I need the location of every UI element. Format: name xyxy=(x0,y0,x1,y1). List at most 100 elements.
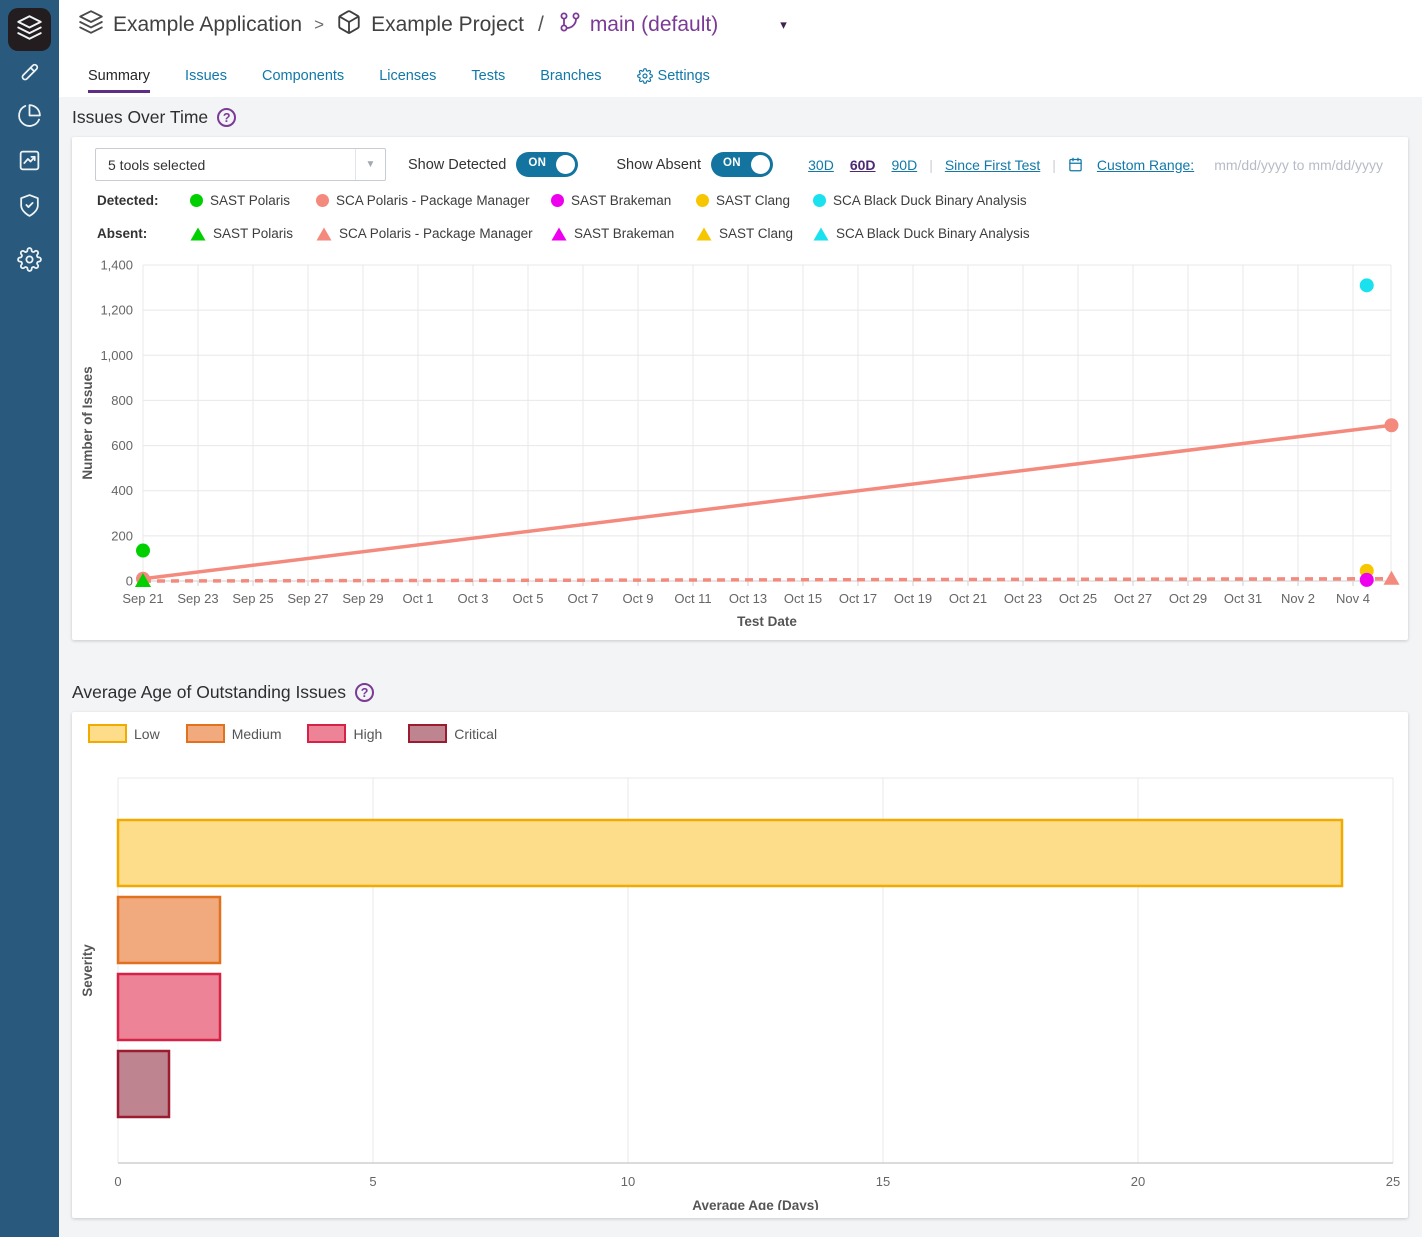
sidebar-item-portfolio[interactable] xyxy=(0,98,59,138)
svg-text:Number of Issues: Number of Issues xyxy=(80,366,95,479)
svg-text:Oct 19: Oct 19 xyxy=(894,591,932,606)
svg-text:600: 600 xyxy=(111,438,133,453)
help-icon[interactable]: ? xyxy=(355,683,374,702)
help-icon[interactable]: ? xyxy=(217,108,236,127)
gear-icon xyxy=(637,68,653,84)
show-absent-label: Show Absent xyxy=(616,157,701,173)
svg-text:Sep 21: Sep 21 xyxy=(122,591,163,606)
circle-marker-icon xyxy=(551,194,564,207)
content: Issues Over Time ? 5 tools selected ▼ Sh… xyxy=(59,97,1422,1237)
breadcrumb-project[interactable]: Example Project xyxy=(371,13,524,37)
svg-text:Oct 27: Oct 27 xyxy=(1114,591,1152,606)
breadcrumb-branch[interactable]: main (default) xyxy=(590,13,718,37)
tab-branches[interactable]: Branches xyxy=(540,68,601,93)
app-logo-button[interactable] xyxy=(8,8,51,51)
tab-label: Components xyxy=(262,68,344,84)
legend-item-detected-sast-polaris: SAST Polaris xyxy=(190,184,316,217)
severity-legend-item-critical: Critical xyxy=(408,724,497,743)
svg-text:Oct 21: Oct 21 xyxy=(949,591,987,606)
svg-text:1,400: 1,400 xyxy=(100,258,133,273)
svg-text:0: 0 xyxy=(114,1174,121,1189)
svg-text:10: 10 xyxy=(621,1174,635,1189)
separator: | xyxy=(1052,157,1056,173)
sidebar xyxy=(0,0,59,1237)
svg-text:400: 400 xyxy=(111,483,133,498)
layers-icon xyxy=(78,9,104,41)
section-title-issues-over-time: Issues Over Time ? xyxy=(72,107,236,128)
range-link-60d[interactable]: 60D xyxy=(850,157,876,173)
tab-components[interactable]: Components xyxy=(262,68,344,93)
severity-swatch-icon xyxy=(186,724,225,743)
line-chart-icon xyxy=(17,148,42,178)
average-age-title: Average Age of Outstanding Issues xyxy=(72,682,346,703)
custom-range-label: Custom Range: xyxy=(1097,157,1194,173)
custom-range-link[interactable]: Custom Range: xyxy=(1068,157,1202,173)
sidebar-item-reports[interactable] xyxy=(0,143,59,183)
legend-item-detected-sca-polaris-package-manager: SCA Polaris - Package Manager xyxy=(316,184,551,217)
tools-select[interactable]: 5 tools selected ▼ xyxy=(95,148,386,181)
issues-over-time-chart: 02004006008001,0001,2001,400Sep 21Sep 23… xyxy=(75,250,1405,635)
tab-label: Issues xyxy=(185,68,227,84)
sidebar-item-tests[interactable] xyxy=(0,55,59,95)
svg-text:5: 5 xyxy=(369,1174,376,1189)
separator: | xyxy=(929,157,933,173)
range-link-30d[interactable]: 30D xyxy=(808,157,834,173)
svg-text:Nov 2: Nov 2 xyxy=(1281,591,1315,606)
chevron-down-icon: ▼ xyxy=(355,149,385,180)
severity-swatch-icon xyxy=(408,724,447,743)
svg-text:Oct 5: Oct 5 xyxy=(512,591,543,606)
breadcrumb-application[interactable]: Example Application xyxy=(113,13,302,37)
cube-icon xyxy=(336,9,362,41)
triangle-marker-icon xyxy=(551,227,567,241)
gear-icon xyxy=(17,247,42,277)
series-legend: Detected:SAST PolarisSCA Polaris - Packa… xyxy=(97,184,1030,250)
circle-marker-icon xyxy=(316,194,329,207)
toggle-on-label: ON xyxy=(723,157,741,169)
show-absent-toggle[interactable]: ON xyxy=(711,152,773,177)
breadcrumb-separator: > xyxy=(314,15,324,35)
page: Example Application > Example Project / … xyxy=(0,0,1422,1237)
svg-text:Oct 29: Oct 29 xyxy=(1169,591,1207,606)
triangle-marker-icon xyxy=(190,227,206,241)
legend-item-detected-sast-clang: SAST Clang xyxy=(696,184,813,217)
svg-text:Sep 23: Sep 23 xyxy=(177,591,218,606)
breadcrumb-slash: / xyxy=(538,13,544,37)
severity-legend-item-low: Low xyxy=(88,724,160,743)
svg-text:1,000: 1,000 xyxy=(100,348,133,363)
svg-text:Average Age (Days): Average Age (Days) xyxy=(692,1198,819,1210)
tab-licenses[interactable]: Licenses xyxy=(379,68,436,93)
svg-text:Oct 25: Oct 25 xyxy=(1059,591,1097,606)
tab-settings[interactable]: Settings xyxy=(637,68,710,93)
circle-marker-icon xyxy=(190,194,203,207)
topbar: Example Application > Example Project / … xyxy=(59,0,1422,97)
svg-text:1,200: 1,200 xyxy=(100,303,133,318)
legend-item-absent-sast-brakeman: SAST Brakeman xyxy=(551,217,696,250)
range-link-90d[interactable]: 90D xyxy=(892,157,918,173)
tab-tests[interactable]: Tests xyxy=(471,68,505,93)
svg-text:0: 0 xyxy=(126,574,133,589)
issues-over-time-title: Issues Over Time xyxy=(72,107,208,128)
legend-item-absent-sca-black-duck-binary-analysis: SCA Black Duck Binary Analysis xyxy=(813,217,1030,250)
since-first-test-link[interactable]: Since First Test xyxy=(945,157,1040,173)
branch-dropdown-caret[interactable]: ▾ xyxy=(780,17,787,33)
issues-over-time-card: 5 tools selected ▼ Show Detected ON Show… xyxy=(72,137,1408,640)
shield-check-icon xyxy=(17,193,42,223)
severity-legend-item-high: High xyxy=(307,724,382,743)
svg-text:25: 25 xyxy=(1386,1174,1400,1189)
sidebar-item-security[interactable] xyxy=(0,188,59,228)
svg-text:Oct 1: Oct 1 xyxy=(402,591,433,606)
sidebar-item-settings[interactable] xyxy=(0,242,59,282)
show-detected-toggle[interactable]: ON xyxy=(516,152,578,177)
average-age-card: LowMediumHighCritical 0510152025Average … xyxy=(72,712,1408,1218)
average-age-chart: 0510152025Average Age (Days)Severity xyxy=(75,760,1405,1210)
tab-label: Branches xyxy=(540,68,601,84)
custom-range-input[interactable]: mm/dd/yyyy to mm/dd/yyyy xyxy=(1214,157,1383,173)
test-tube-icon xyxy=(17,60,42,90)
show-detected-label: Show Detected xyxy=(408,157,506,173)
circle-marker-icon xyxy=(696,194,709,207)
svg-text:20: 20 xyxy=(1131,1174,1145,1189)
tab-issues[interactable]: Issues xyxy=(185,68,227,93)
legend-item-absent-sast-polaris: SAST Polaris xyxy=(190,217,316,250)
tab-summary[interactable]: Summary xyxy=(88,68,150,93)
toggle-on-label: ON xyxy=(528,157,546,169)
